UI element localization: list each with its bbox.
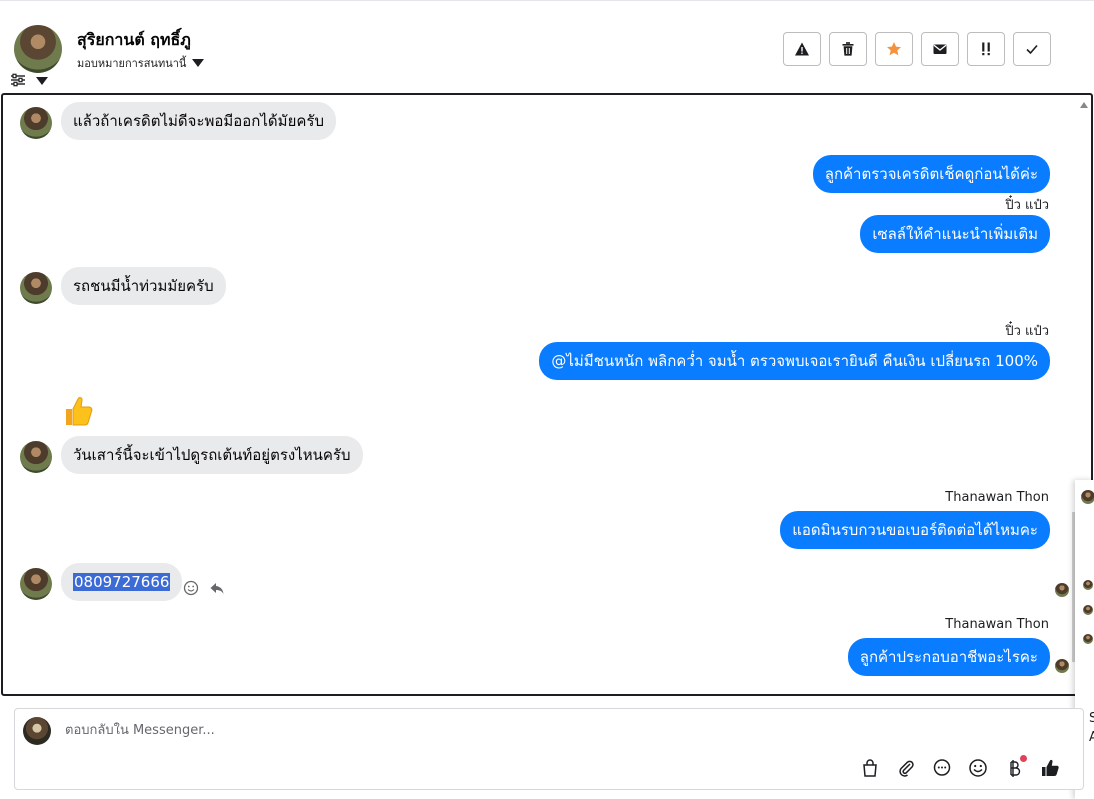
report-button[interactable] (783, 32, 821, 66)
sliders-icon[interactable] (10, 73, 26, 87)
side-panel-avatar (1083, 634, 1093, 644)
saved-replies-button[interactable] (931, 757, 953, 779)
conversation-actions (783, 32, 1051, 66)
side-panel-avatar (1083, 605, 1093, 615)
customer-message-avatar (20, 441, 52, 473)
assign-label: มอบหมายการสนทนานี้ (77, 57, 187, 70)
reply-input[interactable] (63, 722, 667, 739)
message-sender: Thanawan Thon (945, 617, 1049, 632)
customer-message-avatar (20, 568, 52, 600)
mark-unread-button[interactable] (921, 32, 959, 66)
page-avatar (23, 717, 51, 745)
side-panel-avatar (1083, 580, 1093, 590)
warning-icon (795, 42, 809, 56)
incoming-message[interactable]: วันเสาร์นี้จะเข้าไปดูรถเต้นท์อยู่ตรงไหนค… (61, 436, 363, 474)
composer-toolbar (859, 755, 1061, 779)
thumbs-up-icon (1042, 759, 1059, 776)
side-panel-text: S (1089, 711, 1094, 726)
attach-button[interactable] (895, 757, 917, 779)
star-button[interactable] (875, 32, 913, 66)
mark-done-button[interactable] (1013, 32, 1051, 66)
shop-button[interactable] (859, 757, 881, 779)
outgoing-message[interactable]: ลูกค้าประกอบอาชีพอะไรคะ (847, 638, 1050, 676)
message-sender: Thanawan Thon (945, 490, 1049, 505)
star-icon (887, 42, 901, 56)
message-sender: ปิ๋ว แป๋ว (1005, 324, 1049, 339)
message-thread[interactable]: แล้วถ้าเครดิตไม่ดีจะพอมีออกได้มัยครับ ลู… (1, 93, 1093, 696)
outgoing-message[interactable]: ลูกค้าตรวจเครดิตเช็คดูก่อนได้ค่ะ (812, 155, 1050, 193)
thumbs-up-sticker-icon[interactable] (63, 395, 93, 427)
send-like-button[interactable] (1039, 757, 1061, 779)
paperclip-icon (899, 760, 914, 777)
message-tools (183, 580, 225, 596)
side-panel-text: A (1089, 730, 1094, 745)
incoming-message[interactable]: รถชนมีน้ำท่วมมัยครับ (61, 267, 226, 305)
envelope-icon (933, 44, 947, 54)
payment-button[interactable] (1003, 755, 1027, 779)
incoming-message[interactable]: แล้วถ้าเครดิตไม่ดีจะพอมีออกได้มัยครับ (61, 102, 336, 140)
important-button[interactable] (967, 32, 1005, 66)
seen-avatar (1055, 659, 1069, 673)
trash-icon (842, 42, 854, 56)
outgoing-message[interactable]: @ไม่มีชนหนัก พลิกคว่ำ จมน้ำ ตรวจพบเจอเรา… (539, 342, 1050, 380)
reply-composer (14, 708, 1084, 790)
notification-dot (1020, 755, 1027, 762)
customer-message-avatar (20, 272, 52, 304)
delete-button[interactable] (829, 32, 867, 66)
chat-bubble-icon (933, 759, 951, 776)
double-exclamation-icon (982, 42, 990, 56)
reply-arrow-icon[interactable] (209, 580, 225, 596)
outgoing-message[interactable]: เซลล์ให้คำแนะนำเพิ่มเติม (860, 215, 1050, 253)
customer-avatar[interactable] (14, 25, 62, 73)
react-emoji-icon[interactable] (183, 580, 199, 596)
selected-phone-number[interactable]: 0809727666 (73, 573, 171, 591)
incoming-message[interactable]: 0809727666 (61, 563, 183, 601)
shopping-bag-icon (863, 759, 877, 777)
outgoing-message[interactable]: แอดมินรบกวนขอเบอร์ติดต่อได้ไหมคะ (780, 511, 1050, 549)
message-sender: ปิ๋ว แป๋ว (1005, 198, 1049, 213)
customer-message-avatar (20, 107, 52, 139)
customer-name[interactable]: สุริยกานต์ ฤทธิ์ภู (77, 28, 191, 53)
assign-conversation-dropdown[interactable]: มอบหมายการสนทนานี้ (77, 54, 205, 72)
emoji-button[interactable] (967, 757, 989, 779)
seen-avatar (1055, 583, 1069, 597)
scroll-up-arrow-icon[interactable] (1080, 102, 1088, 108)
emoji-icon (969, 759, 987, 777)
conversation-header: สุริยกานต์ ฤทธิ์ภู มอบหมายการสนทนานี้ (0, 5, 1094, 93)
filter-chevron-down-icon[interactable] (36, 77, 48, 85)
chevron-down-icon (192, 59, 205, 67)
side-panel-avatar (1081, 490, 1094, 504)
check-icon (1026, 44, 1038, 55)
